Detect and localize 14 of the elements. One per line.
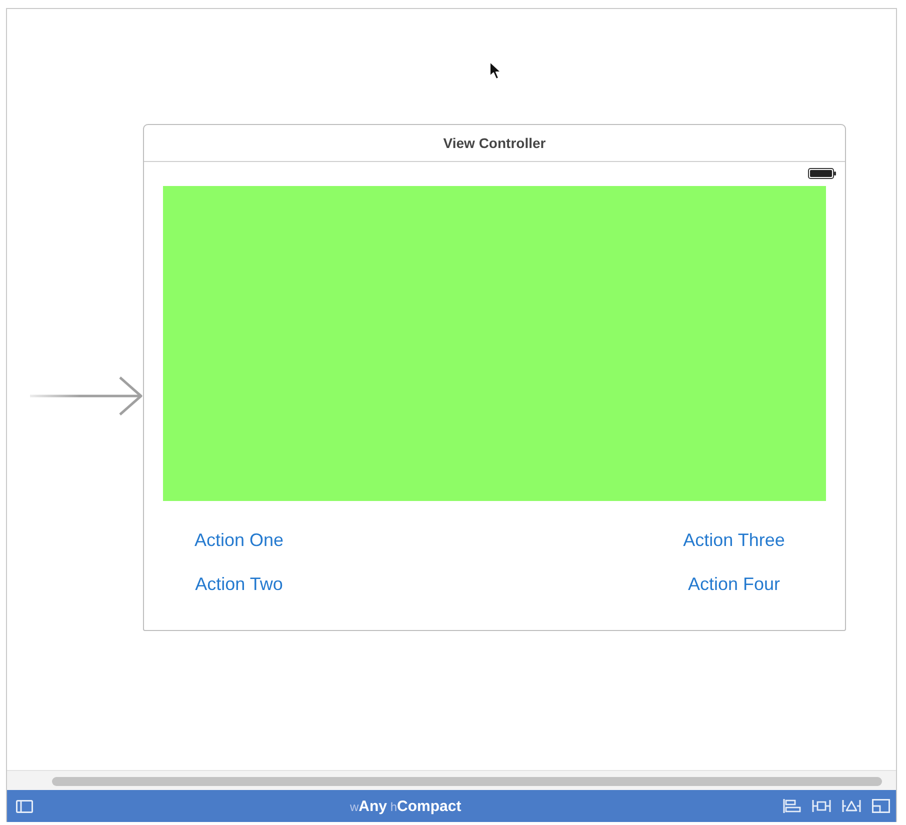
scrollbar-thumb[interactable] (52, 777, 882, 786)
sidebar-icon[interactable] (16, 800, 33, 812)
action-button[interactable]: Action Two (195, 574, 283, 594)
action-button[interactable]: Action Four (688, 574, 780, 594)
bracketed-triangle-icon[interactable] (842, 799, 861, 813)
scene-title: View Controller (443, 135, 546, 151)
action-button[interactable]: Action Three (683, 530, 785, 550)
cursor-icon (489, 61, 502, 81)
size-class-button[interactable]: wAny hCompact (350, 798, 462, 814)
battery-icon (808, 168, 836, 179)
action-button[interactable]: Action One (194, 530, 284, 550)
frame-corner-icon[interactable] (872, 799, 890, 813)
stacked-bars-icon[interactable] (783, 799, 801, 813)
bracketed-box-icon[interactable] (812, 799, 831, 813)
